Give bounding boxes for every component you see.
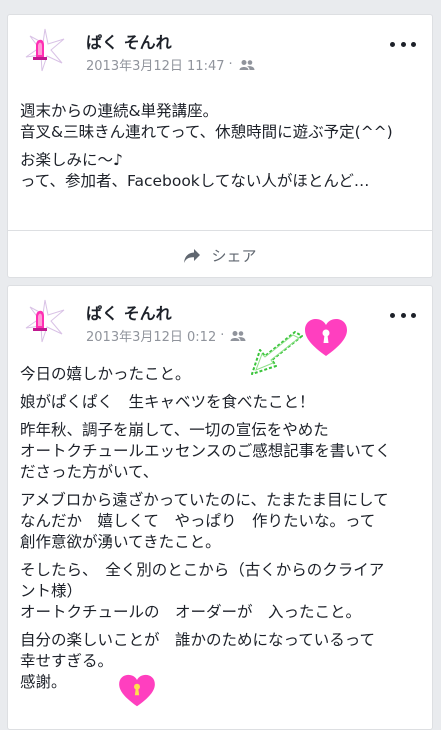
share-label: シェア <box>211 247 257 265</box>
post-paragraph: そしたら、 全く別のとこから（古くからのクライア ント様） オートクチュールの … <box>20 561 385 621</box>
post-card: ぱく そんれ 2013年3月12日 11:47 · 週末からの連続&単発講座。 … <box>7 14 433 278</box>
post-paragraph: 自分の楽しいことが 誰かのためになっているって 幸せすぎる。 感謝。 <box>20 631 375 691</box>
friends-icon[interactable] <box>230 330 246 342</box>
heart-icon <box>305 319 347 356</box>
post-paragraph: お楽しみに〜♪ って、参加者、Facebookしてない人がほとんど… <box>20 151 370 190</box>
post-timestamp[interactable]: 2013年3月12日 0:12 <box>86 326 216 345</box>
post-paragraph: 昨年秋、調子を崩して、一切の宣伝をやめた オートクチュールエッセンスのご感想記事… <box>20 421 391 481</box>
post-body: 今日の嬉しかったこと。 娘がぱくぱく 生キャベツを食べたこと！ 昨年秋、調子を崩… <box>20 364 420 700</box>
share-arrow-icon <box>184 248 201 263</box>
more-options-button[interactable] <box>390 308 416 322</box>
more-options-button[interactable] <box>390 37 416 51</box>
more-dots-icon <box>390 41 395 47</box>
post-paragraph: 今日の嬉しかったこと。 <box>20 365 191 383</box>
post-timestamp[interactable]: 2013年3月12日 11:47 <box>86 55 225 74</box>
share-button[interactable]: シェア <box>8 230 432 280</box>
heart-icon <box>119 674 155 707</box>
post-card: ぱく そんれ 2013年3月12日 0:12 · 今日の嬉しかったこと。 娘がぱ… <box>7 285 433 730</box>
friends-icon[interactable] <box>239 59 255 71</box>
author-name[interactable]: ぱく そんれ <box>86 300 172 324</box>
post-paragraph: アメブロから遠ざかっていたのに、たまたま目にして なんだか 嬉しくて やっぱり … <box>20 491 389 551</box>
avatar[interactable] <box>22 298 68 344</box>
post-meta: 2013年3月12日 11:47 · <box>86 55 255 74</box>
post-body: 週末からの連続&単発講座。 音叉&三昧きん連れてって、休憩時間に遊ぶ予定(^^)… <box>20 101 420 199</box>
post-paragraph: 娘がぱくぱく 生キャベツを食べたこと！ <box>20 393 315 411</box>
more-dots-icon <box>390 312 395 318</box>
avatar[interactable] <box>22 27 68 73</box>
separator-dot: · <box>220 328 225 343</box>
logo-star-icon <box>25 28 65 72</box>
author-name[interactable]: ぱく そんれ <box>86 29 172 53</box>
separator-dot: · <box>228 57 233 72</box>
post-paragraph: 週末からの連続&単発講座。 音叉&三昧きん連れてって、休憩時間に遊ぶ予定(^^) <box>20 102 393 141</box>
post-meta: 2013年3月12日 0:12 · <box>86 326 246 345</box>
logo-star-icon <box>25 299 65 343</box>
